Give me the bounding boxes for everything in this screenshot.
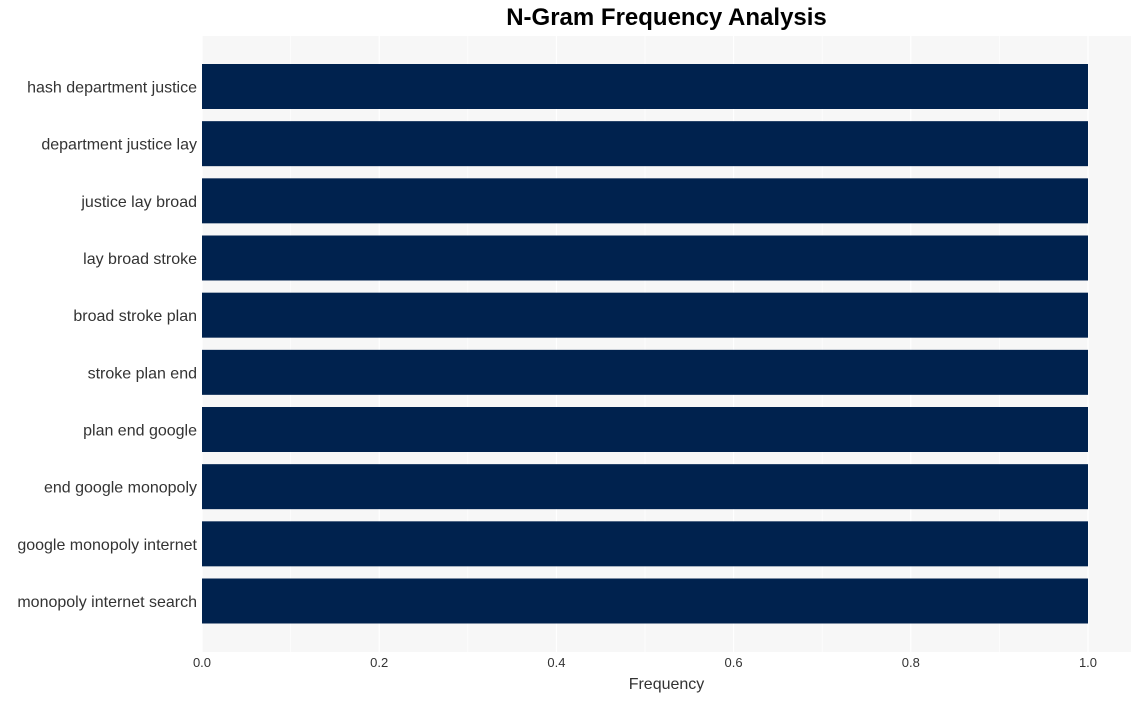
x-tick-label: 1.0 [1079, 655, 1097, 670]
bar [202, 464, 1088, 510]
x-axis-label: Frequency [629, 676, 705, 693]
y-tick-label: end google monopoly [44, 480, 197, 497]
bar [202, 64, 1088, 109]
bar [202, 235, 1088, 281]
y-tick-label: hash department justice [27, 80, 197, 97]
bar [202, 292, 1088, 338]
y-tick-label: google monopoly internet [17, 537, 197, 554]
x-tick-label: 0.0 [193, 655, 211, 670]
y-tick-label: lay broad stroke [83, 251, 197, 268]
y-tick-labels: hash department justice department justic… [17, 80, 197, 612]
bar [202, 578, 1088, 624]
y-tick-label: justice lay broad [80, 194, 197, 211]
y-tick-label: plan end google [83, 423, 197, 440]
y-tick-label: stroke plan end [88, 365, 197, 382]
x-tick-label: 0.8 [902, 655, 920, 670]
x-tick-label: 0.6 [725, 655, 743, 670]
bar [202, 121, 1088, 167]
bar [202, 407, 1088, 452]
y-tick-label: monopoly internet search [17, 594, 197, 611]
x-tick-label: 0.2 [370, 655, 388, 670]
bar [202, 178, 1088, 224]
x-tick-label: 0.4 [547, 655, 565, 670]
y-tick-label: department justice lay [41, 137, 197, 154]
bar-chart: hash department justice department justic… [17, 36, 1131, 693]
bar [202, 349, 1088, 395]
y-tick-label: broad stroke plan [73, 308, 197, 325]
x-tick-labels: 0.0 0.2 0.4 0.6 0.8 1.0 [193, 655, 1097, 670]
bar [202, 521, 1088, 567]
